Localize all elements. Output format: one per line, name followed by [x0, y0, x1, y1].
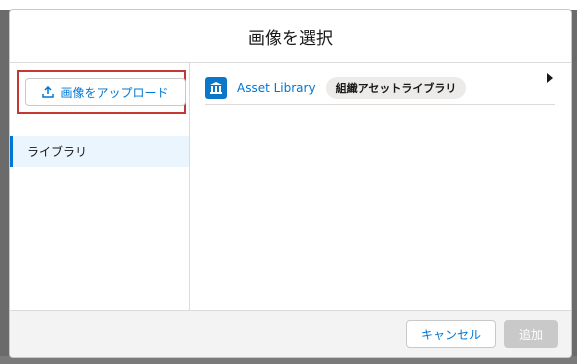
bank-icon [205, 77, 227, 99]
cancel-button[interactable]: キャンセル [405, 320, 496, 348]
add-button[interactable]: 追加 [503, 320, 558, 348]
sidebar-item-label: ライブラリ [27, 145, 88, 159]
library-badge: 組織アセットライブラリ [325, 77, 467, 99]
upload-icon [42, 86, 55, 98]
expand-arrow-icon[interactable] [547, 73, 553, 83]
dialog-title: 画像を選択 [248, 28, 333, 49]
library-list: Asset Library 組織アセットライブラリ [190, 63, 571, 310]
dialog-header: 画像を選択 [10, 10, 571, 63]
list-item-asset-library[interactable]: Asset Library 組織アセットライブラリ [205, 72, 555, 105]
library-name: Asset Library [237, 81, 316, 95]
sidebar-item-library[interactable]: ライブラリ [10, 136, 189, 167]
dialog-body: 画像をアップロード ライブラリ Asset Library 組織アセットライブラ… [10, 63, 571, 310]
sidebar: 画像をアップロード ライブラリ [10, 63, 190, 310]
dialog-footer: キャンセル 追加 [10, 310, 571, 357]
select-image-dialog: 画像を選択 画像をアップロード ライブラリ Asset Library 組織アセ… [9, 9, 572, 358]
upload-image-label: 画像をアップロード [60, 85, 169, 100]
upload-image-button[interactable]: 画像をアップロード [25, 78, 186, 106]
